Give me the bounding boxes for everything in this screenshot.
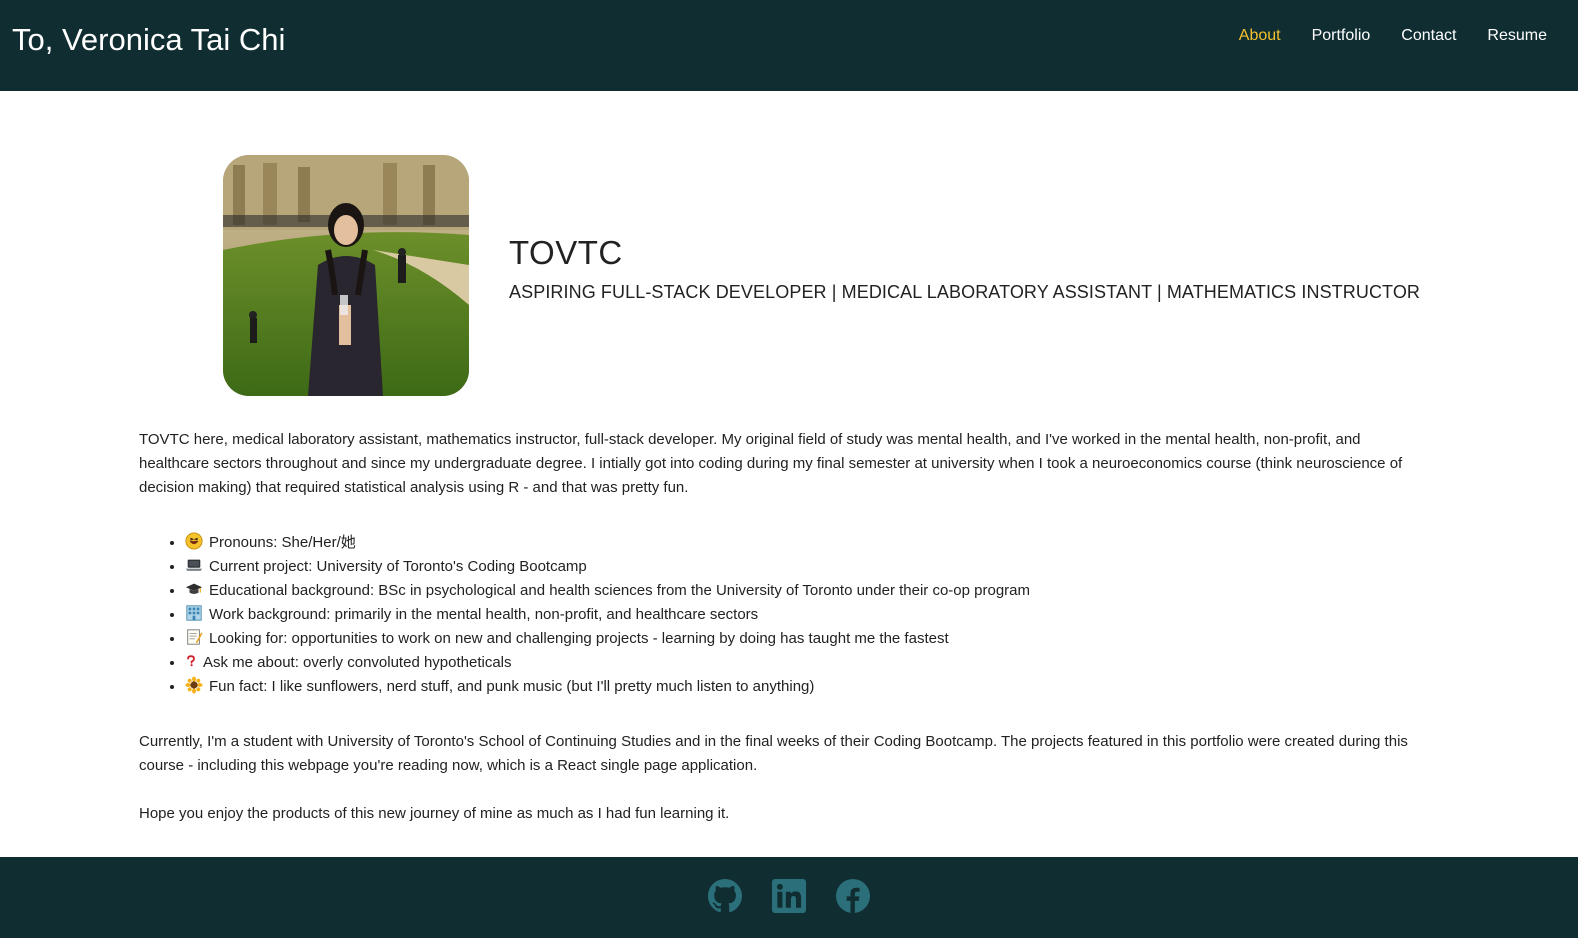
- nav-about[interactable]: About: [1239, 27, 1281, 45]
- laptop-icon: [185, 559, 203, 571]
- social-links: [693, 879, 885, 913]
- fact-text: Fun fact: I like sunflowers, nerd stuff,…: [209, 678, 815, 695]
- nav-contact[interactable]: Contact: [1401, 27, 1456, 45]
- question-mark-icon: [187, 655, 195, 667]
- main-nav: About Portfolio Contact Resume: [1208, 27, 1547, 45]
- list-item: Pronouns: She/Her/她: [185, 531, 1429, 555]
- fact-text: Pronouns: She/Her/她: [209, 534, 356, 551]
- list-item: Educational background: BSc in psycholog…: [185, 579, 1429, 603]
- hero-roles: ASPIRING FULL-STACK DEVELOPER | MEDICAL …: [509, 281, 1421, 302]
- site-title[interactable]: To, Veronica Tai Chi: [12, 22, 285, 58]
- nav-resume[interactable]: Resume: [1487, 27, 1547, 45]
- intro-paragraph: TOVTC here, medical laboratory assistant…: [139, 431, 1403, 496]
- profile-photo: [223, 155, 469, 396]
- list-item: Ask me about: overly convoluted hypothet…: [185, 651, 1429, 675]
- about-content: TOVTC here, medical laboratory assistant…: [139, 428, 1429, 826]
- hero-name: TOVTC: [509, 233, 623, 271]
- fact-text: Current project: University of Toronto's…: [209, 558, 587, 575]
- memo-icon: [187, 629, 203, 645]
- fact-text: Educational background: BSc in psycholog…: [209, 582, 1031, 599]
- github-icon[interactable]: [708, 879, 742, 913]
- fact-text: Work background: primarily in the mental…: [209, 606, 759, 623]
- office-building-icon: [186, 605, 202, 621]
- facebook-icon[interactable]: [836, 879, 870, 913]
- sunflower-icon: [185, 676, 203, 694]
- graduation-cap-icon: [185, 583, 203, 594]
- closing-paragraph: Hope you enjoy the products of this new …: [139, 805, 730, 822]
- site-header: To, Veronica Tai Chi About Portfolio Con…: [0, 0, 1578, 91]
- list-item: Work background: primarily in the mental…: [185, 603, 1429, 627]
- nav-portfolio[interactable]: Portfolio: [1312, 27, 1371, 45]
- fact-text: Looking for: opportunities to work on ne…: [209, 630, 949, 647]
- grinning-face-icon: [185, 532, 203, 550]
- hero-text: TOVTC ASPIRING FULL-STACK DEVELOPER | ME…: [509, 234, 1420, 303]
- linkedin-icon[interactable]: [772, 879, 806, 913]
- facts-list: Pronouns: She/Her/她 Current project: Uni…: [185, 531, 1429, 699]
- list-item: Current project: University of Toronto's…: [185, 555, 1429, 579]
- current-paragraph: Currently, I'm a student with University…: [139, 733, 1408, 774]
- list-item: Looking for: opportunities to work on ne…: [185, 627, 1429, 651]
- hero-section: TOVTC ASPIRING FULL-STACK DEVELOPER | ME…: [223, 155, 1420, 396]
- site-footer: [0, 857, 1578, 938]
- list-item: Fun fact: I like sunflowers, nerd stuff,…: [185, 675, 1429, 699]
- fact-text: Ask me about: overly convoluted hypothet…: [203, 654, 512, 671]
